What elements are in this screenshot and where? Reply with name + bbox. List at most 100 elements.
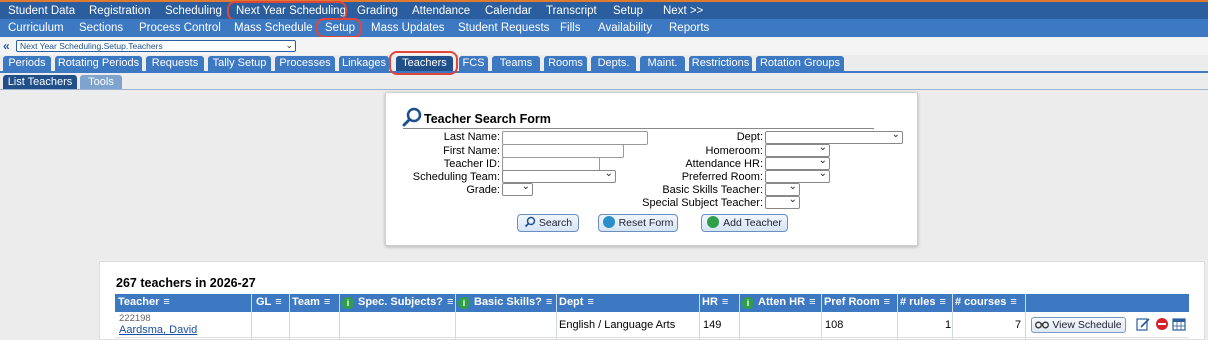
teacher-pref-room: 108 bbox=[825, 319, 844, 331]
menu-icon[interactable]: ≡ bbox=[884, 296, 890, 308]
col-courses[interactable]: # courses ≡ bbox=[955, 296, 1017, 308]
col-atten-hr-label: Atten HR bbox=[758, 296, 806, 308]
collapse-arrows-icon[interactable]: « bbox=[3, 39, 10, 53]
subnav-fills[interactable]: Fills bbox=[560, 20, 580, 36]
subnav-sections[interactable]: Sections bbox=[79, 20, 123, 36]
info-icon[interactable]: i bbox=[458, 297, 470, 309]
search-icon bbox=[524, 216, 536, 228]
top-nav-bar: Student Data Registration Scheduling Nex… bbox=[0, 0, 1208, 19]
scheduling-team-select[interactable]: ⌄ bbox=[502, 168, 616, 183]
first-name-input[interactable] bbox=[502, 144, 624, 158]
menu-icon[interactable]: ≡ bbox=[939, 296, 945, 308]
col-basic-skills[interactable]: i Basic Skills? ≡ bbox=[458, 296, 552, 309]
subnav-process-control[interactable]: Process Control bbox=[139, 20, 221, 36]
teacher-search-form: Teacher Search Form Last Name: First Nam… bbox=[385, 92, 918, 246]
tab-fcs[interactable]: FCS bbox=[459, 56, 488, 71]
subtab-tools[interactable]: Tools bbox=[80, 75, 122, 89]
teacher-hr: 149 bbox=[703, 319, 722, 331]
refresh-icon bbox=[602, 216, 615, 228]
tab-tally-setup[interactable]: Tally Setup bbox=[208, 56, 271, 71]
tab-linkages[interactable]: Linkages bbox=[339, 56, 389, 71]
col-team[interactable]: Team ≡ bbox=[292, 296, 330, 308]
menu-icon[interactable]: ≡ bbox=[722, 296, 728, 308]
subnav-reports[interactable]: Reports bbox=[669, 20, 709, 36]
col-pref-room-label: Pref Room bbox=[824, 296, 880, 308]
col-team-label: Team bbox=[292, 296, 320, 308]
nav-calendar[interactable]: Calendar bbox=[485, 3, 532, 19]
tab-restrictions[interactable]: Restrictions bbox=[689, 56, 752, 71]
nav-attendance[interactable]: Attendance bbox=[412, 3, 470, 19]
info-icon[interactable]: i bbox=[742, 297, 754, 309]
tab-maint[interactable]: Maint. bbox=[640, 56, 685, 71]
tab-periods[interactable]: Periods bbox=[3, 56, 51, 71]
menu-icon[interactable]: ≡ bbox=[546, 296, 552, 308]
col-dept[interactable]: Dept ≡ bbox=[559, 296, 594, 308]
subnav-mass-updates[interactable]: Mass Updates bbox=[371, 20, 445, 36]
delete-icon[interactable] bbox=[1155, 317, 1169, 331]
label-teacher-id: Teacher ID: bbox=[443, 158, 500, 170]
info-icon[interactable]: i bbox=[342, 297, 354, 309]
col-rules-label: # rules bbox=[900, 296, 936, 308]
reset-form-button[interactable]: Reset Form bbox=[598, 214, 678, 232]
teacher-id-input[interactable] bbox=[502, 157, 600, 171]
col-gl[interactable]: GL ≡ bbox=[256, 296, 282, 308]
search-button[interactable]: Search bbox=[517, 214, 579, 232]
teacher-count: 267 teachers in 2026-27 bbox=[116, 276, 256, 290]
tab-rotating-periods[interactable]: Rotating Periods bbox=[55, 56, 142, 71]
edit-icon[interactable] bbox=[1136, 317, 1150, 331]
teacher-courses: 7 bbox=[1015, 319, 1022, 331]
subnav-curriculum[interactable]: Curriculum bbox=[8, 20, 64, 36]
col-pref-room[interactable]: Pref Room ≡ bbox=[824, 296, 890, 308]
dept-select[interactable]: ⌄ bbox=[765, 129, 903, 144]
menu-icon[interactable]: ≡ bbox=[447, 296, 453, 308]
teacher-name-link[interactable]: Aardsma, David bbox=[119, 324, 197, 336]
search-magnifier-icon bbox=[402, 107, 422, 127]
menu-icon[interactable]: ≡ bbox=[324, 296, 330, 308]
chevron-down-icon: ⌄ bbox=[285, 40, 293, 50]
nav-student-data[interactable]: Student Data bbox=[8, 3, 75, 19]
menu-icon[interactable]: ≡ bbox=[1010, 296, 1016, 308]
nav-next[interactable]: Next >> bbox=[663, 3, 703, 19]
col-rules[interactable]: # rules ≡ bbox=[900, 296, 946, 308]
tab-processes[interactable]: Processes bbox=[275, 56, 335, 71]
nav-setup[interactable]: Setup bbox=[613, 3, 643, 19]
grade-select[interactable]: ⌄ bbox=[502, 181, 533, 196]
breadcrumb-select[interactable]: Next Year Scheduling.Setup.Teachers ⌄ bbox=[16, 40, 296, 52]
menu-icon[interactable]: ≡ bbox=[587, 296, 593, 308]
nav-grading[interactable]: Grading bbox=[357, 3, 398, 19]
view-schedule-button[interactable]: View Schedule bbox=[1031, 317, 1126, 333]
tab-requests[interactable]: Requests bbox=[146, 56, 204, 71]
nav-registration[interactable]: Registration bbox=[89, 3, 150, 19]
menu-icon[interactable]: ≡ bbox=[809, 296, 815, 308]
calendar-icon[interactable] bbox=[1172, 317, 1186, 331]
nav-scheduling[interactable]: Scheduling bbox=[165, 3, 222, 19]
col-hr[interactable]: HR ≡ bbox=[702, 296, 728, 308]
label-scheduling-team: Scheduling Team: bbox=[412, 171, 500, 183]
teacher-rules: 1 bbox=[945, 319, 952, 331]
tab-teams[interactable]: Teams bbox=[492, 56, 540, 71]
col-teacher[interactable]: Teacher ≡ bbox=[118, 296, 170, 308]
subtab-list-teachers[interactable]: List Teachers bbox=[3, 75, 77, 89]
table-row: 222198 Aardsma, David English / Language… bbox=[115, 312, 1189, 338]
subnav-student-requests[interactable]: Student Requests bbox=[458, 20, 549, 36]
col-hr-label: HR bbox=[702, 296, 718, 308]
special-subject-select[interactable]: ⌄ bbox=[765, 194, 800, 209]
label-homeroom: Homeroom: bbox=[705, 145, 763, 157]
last-name-input[interactable] bbox=[502, 131, 648, 145]
preferred-room-select[interactable]: ⌄ bbox=[765, 168, 830, 183]
nav-transcript[interactable]: Transcript bbox=[546, 3, 597, 19]
menu-icon[interactable]: ≡ bbox=[275, 296, 281, 308]
menu-icon[interactable]: ≡ bbox=[163, 296, 169, 308]
teacher-id: 222198 bbox=[119, 313, 151, 324]
chevron-down-icon: ⌄ bbox=[818, 168, 827, 179]
col-atten-hr[interactable]: i Atten HR ≡ bbox=[742, 296, 815, 309]
subnav-mass-schedule[interactable]: Mass Schedule bbox=[234, 20, 313, 36]
chevron-down-icon: ⌄ bbox=[891, 129, 900, 140]
tab-depts[interactable]: Depts. bbox=[591, 56, 636, 71]
tab-rooms[interactable]: Rooms bbox=[544, 56, 587, 71]
subnav-availability[interactable]: Availability bbox=[598, 20, 652, 36]
label-first-name: First Name: bbox=[443, 145, 500, 157]
col-spec-subjects[interactable]: i Spec. Subjects? ≡ bbox=[342, 296, 453, 309]
tab-rotation-groups[interactable]: Rotation Groups bbox=[756, 56, 844, 71]
add-teacher-button[interactable]: Add Teacher bbox=[701, 214, 788, 232]
